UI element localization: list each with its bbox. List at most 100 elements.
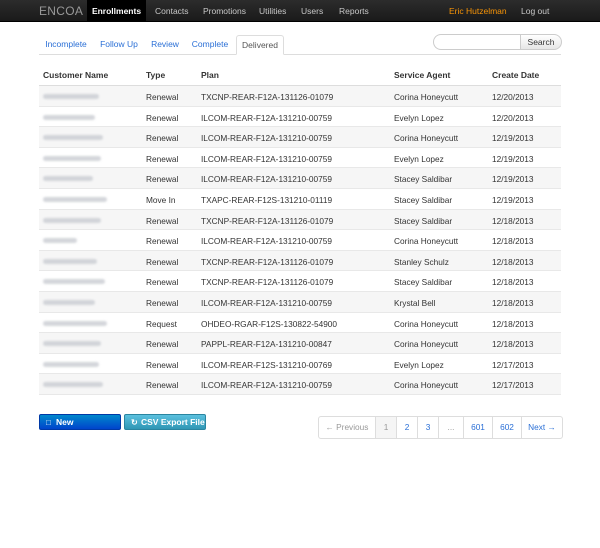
top-navbar: ENCOA Enrollments Contacts Promotions Ut… [0,0,600,22]
csv-export-button[interactable]: ↻ CSV Export File [124,414,206,430]
customer-name-redacted[interactable] [43,217,101,223]
refresh-icon: ↻ [131,418,138,427]
tab-complete[interactable]: Complete [187,35,233,55]
tab-review[interactable]: Review [146,35,184,55]
customer-name-redacted[interactable] [43,382,103,388]
page-ellipsis: ... [438,417,463,438]
tab-follow-up[interactable]: Follow Up [95,35,143,55]
tab-delivered[interactable]: Delivered [236,35,284,55]
cell-create-date: 12/18/2013 [492,339,534,350]
page-3[interactable]: 3 [417,417,438,438]
logout-link[interactable]: Log out [521,0,549,22]
page-2[interactable]: 2 [396,417,417,438]
table-row[interactable]: Renewal ILCOM-REAR-F12A-131210-00759 Corin… [39,127,561,148]
cell-plan: ILCOM-REAR-F12A-131210-00759 [201,112,332,123]
cell-create-date: 12/17/2013 [492,380,534,391]
current-user-name[interactable]: Eric Hutzelman [449,0,507,22]
cell-service-agent: Stacey Saldibar [394,277,453,288]
customer-name-redacted[interactable] [43,341,101,347]
customer-name-redacted[interactable] [43,114,95,120]
nav-reports[interactable]: Reports [339,0,369,22]
page-601[interactable]: 601 [463,417,492,438]
nav-promotions[interactable]: Promotions [203,0,246,22]
table-row[interactable]: Renewal PAPPL-REAR-F12A-131210-00847 Corin… [39,333,561,354]
cell-create-date: 12/20/2013 [492,112,534,123]
cell-type: Renewal [146,174,179,185]
pagination: ← Previous 1 2 3 ... 601 602 Next → [318,416,563,439]
cell-type: Renewal [146,256,179,267]
table-row[interactable]: Renewal ILCOM-REAR-F12A-131210-00759 Evely… [39,148,561,169]
page-602[interactable]: 602 [492,417,521,438]
enrollments-table: Customer Name Type Plan Service Agent Cr… [39,66,561,395]
nav-contacts[interactable]: Contacts [155,0,189,22]
header-service-agent[interactable]: Service Agent [394,70,450,80]
cell-create-date: 12/18/2013 [492,256,534,267]
cell-type: Renewal [146,277,179,288]
tab-incomplete[interactable]: Incomplete [40,35,92,55]
table-row[interactable]: Move In TXAPC-REAR-F12S-131210-01119 Stace… [39,189,561,210]
cell-create-date: 12/20/2013 [492,92,534,102]
customer-name-redacted[interactable] [43,135,103,141]
table-row[interactable]: Renewal ILCOM-REAR-F12A-131210-00759 Corin… [39,374,561,395]
cell-type: Renewal [146,133,179,144]
customer-name-redacted[interactable] [43,155,101,161]
header-customer-name[interactable]: Customer Name [43,70,108,80]
table-row[interactable]: Renewal TXCNP-REAR-F12A-131126-01079 Stace… [39,209,561,231]
cell-type: Renewal [146,92,179,102]
header-plan[interactable]: Plan [201,70,219,80]
table-row[interactable]: Renewal ILCOM-REAR-F12A-131210-00759 Stace… [39,168,561,189]
cell-service-agent: Krystal Bell [394,297,436,308]
customer-name-redacted[interactable] [43,258,97,264]
customer-name-redacted[interactable] [43,238,77,244]
customer-name-redacted[interactable] [43,196,107,202]
cell-service-agent: Corina Honeycutt [394,339,459,350]
page-previous[interactable]: ← Previous [319,417,375,438]
nav-enrollments[interactable]: Enrollments [87,0,146,22]
page-next[interactable]: Next → [521,417,562,438]
table-row[interactable]: Renewal TXCNP-REAR-F12A-131126-01079 Stace… [39,271,561,292]
search-input[interactable] [433,34,521,50]
cell-type: Renewal [146,297,179,308]
table-row[interactable]: Renewal ILCOM-REAR-F12A-131210-00759 Kryst… [39,291,561,313]
cell-type: Renewal [146,339,179,350]
page-1[interactable]: 1 [375,417,396,438]
cell-create-date: 12/18/2013 [492,297,534,308]
header-type[interactable]: Type [146,70,165,80]
cell-plan: TXCNP-REAR-F12A-131126-01079 [201,277,334,288]
cell-service-agent: Corina Honeycutt [394,92,459,102]
cell-service-agent: Evelyn Lopez [394,359,444,370]
table-header: Customer Name Type Plan Service Agent Cr… [39,66,561,86]
customer-name-redacted[interactable] [43,320,107,326]
table-row[interactable]: Renewal ILCOM-REAR-F12A-131210-00759 Evely… [39,107,561,128]
cell-service-agent: Stacey Saldibar [394,215,453,226]
table-row[interactable]: Renewal ILCOM-REAR-F12S-131210-00769 Evely… [39,354,561,375]
cell-plan: OHDEO-RGAR-F12S-130822-54900 [201,318,338,329]
customer-name-redacted[interactable] [43,279,105,285]
cell-create-date: 12/18/2013 [492,215,534,226]
table-row[interactable]: Renewal TXCNP-REAR-F12A-131126-01079 Corin… [39,86,561,107]
customer-name-redacted[interactable] [43,361,99,367]
nav-utilities[interactable]: Utilities [259,0,286,22]
cell-service-agent: Corina Honeycutt [394,133,459,144]
tab-divider [39,54,561,55]
cell-type: Renewal [146,112,179,123]
cell-create-date: 12/17/2013 [492,359,534,370]
cell-create-date: 12/19/2013 [492,133,534,144]
cell-service-agent: Corina Honeycutt [394,236,459,247]
header-create-date[interactable]: Create Date [492,70,539,80]
search-button[interactable]: Search [520,34,562,50]
table-row[interactable]: Request OHDEO-RGAR-F12S-130822-54900 Corin… [39,313,561,334]
table-row[interactable]: Renewal ILCOM-REAR-F12A-131210-00759 Corin… [39,230,561,251]
customer-name-redacted[interactable] [43,94,99,99]
table-row[interactable]: Renewal TXCNP-REAR-F12A-131126-01079 Stanl… [39,250,561,272]
cell-service-agent: Stacey Saldibar [394,174,453,185]
cell-type: Request [146,318,177,329]
customer-name-redacted[interactable] [43,299,95,305]
cell-plan: ILCOM-REAR-F12A-131210-00759 [201,236,332,247]
document-icon: □ [46,418,51,427]
cell-create-date: 12/18/2013 [492,318,534,329]
customer-name-redacted[interactable] [43,176,93,182]
brand-logo[interactable]: ENCOA [39,4,83,18]
new-enrollment-button[interactable]: □ New Enrollment [39,414,121,442]
nav-users[interactable]: Users [301,0,323,22]
